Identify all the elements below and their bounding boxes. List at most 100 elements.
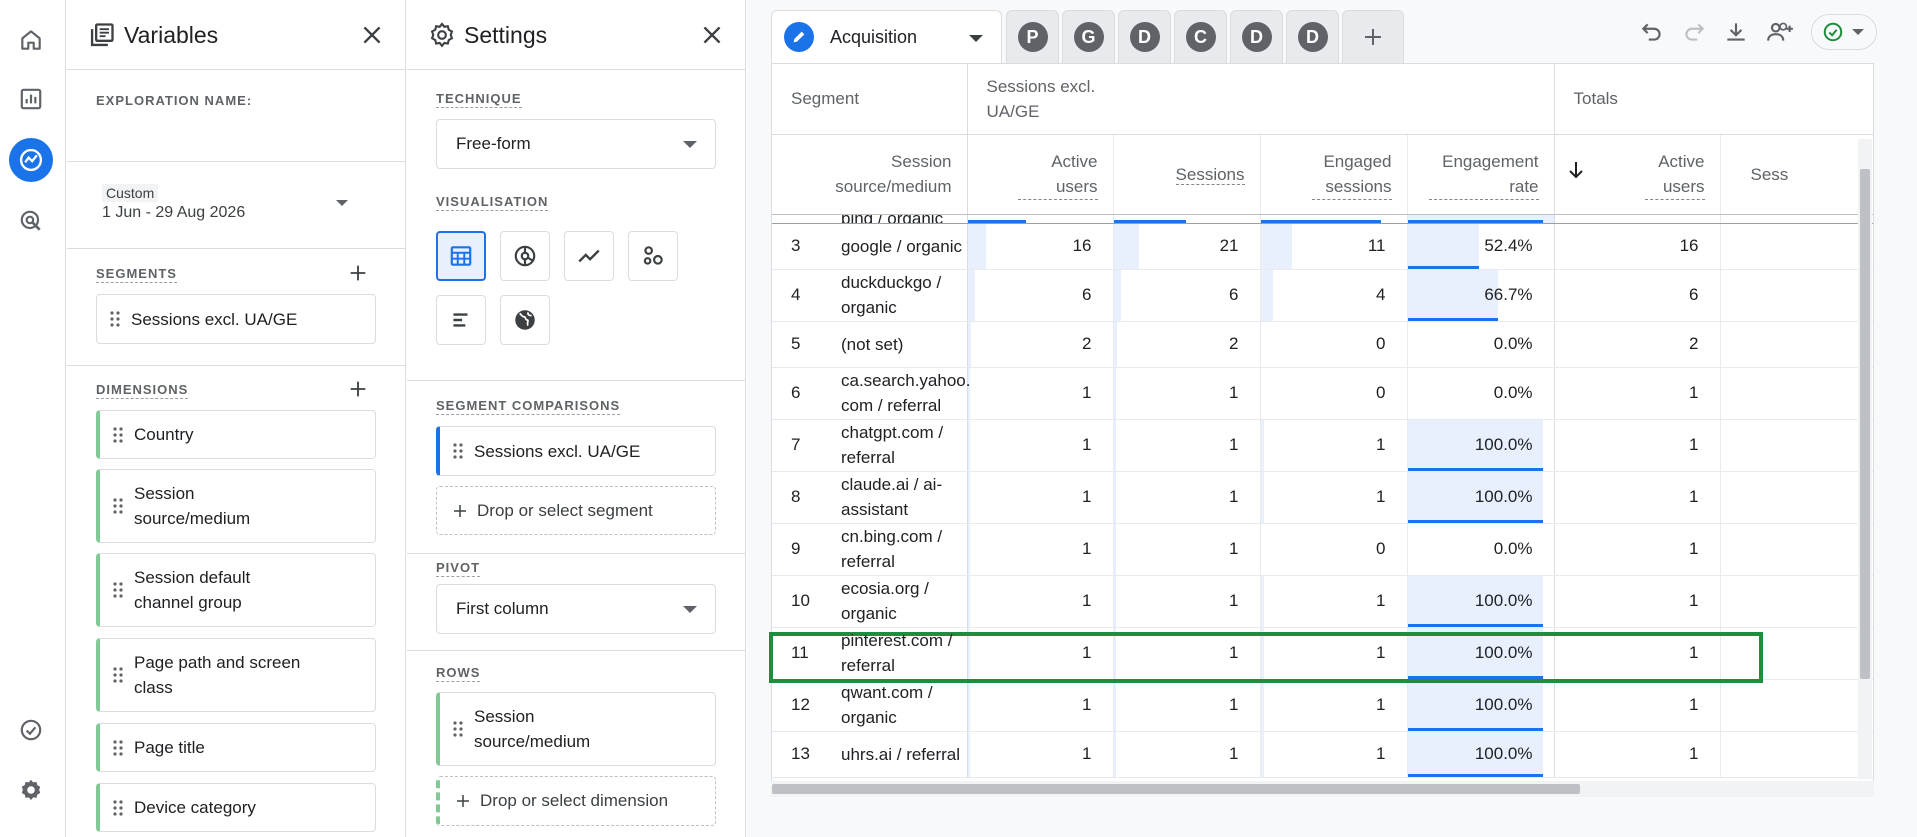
table-row[interactable]: 9 cn.bing.com / referral 1 1 0 0.0% 1 — [772, 523, 1873, 576]
table-row[interactable]: 4 duckduckgo / organic 6 6 4 66.7% 6 — [772, 269, 1873, 322]
table-row[interactable]: 5 (not set) 2 2 0 0.0% 2 — [772, 321, 1873, 368]
chevron-down-icon[interactable] — [969, 35, 983, 42]
redo-icon[interactable] — [1681, 19, 1707, 45]
drag-handle-icon[interactable] — [452, 720, 474, 738]
segment-comparison-chip[interactable]: Sessions excl. UA/GE — [436, 426, 716, 476]
advertising-icon[interactable] — [9, 199, 53, 243]
table-row[interactable]: 12 qwant.com / organic 1 1 1 100.0% 1 — [772, 679, 1873, 732]
horizontal-scroll-thumb[interactable] — [772, 784, 1580, 794]
drag-handle-icon[interactable] — [452, 442, 474, 460]
column-header-totals-sessions[interactable]: Sess — [1720, 134, 1868, 215]
donut-chart-icon[interactable] — [500, 231, 550, 281]
cell-sessions: 6 — [1113, 269, 1261, 322]
save-status-button[interactable] — [1811, 14, 1877, 50]
dimension-chip[interactable]: Session default channel group — [96, 553, 376, 627]
dimension-chip[interactable]: Page path and screen class — [96, 638, 376, 712]
cell-active-users: 1 — [967, 679, 1114, 732]
drag-handle-icon[interactable] — [112, 581, 134, 599]
column-header-totals-active-users[interactable]: Active users — [1554, 134, 1721, 215]
cell-bar-fill — [967, 679, 970, 731]
undo-icon[interactable] — [1639, 19, 1665, 45]
table-row[interactable]: 7 chatgpt.com / referral 1 1 1 100.0% 1 — [772, 419, 1873, 472]
close-icon[interactable] — [699, 22, 725, 48]
geo-map-icon[interactable] — [500, 295, 550, 345]
cell-active-users: 1 — [967, 367, 1114, 420]
sort-arrow-down-icon[interactable] — [1567, 160, 1585, 180]
settings-title: Settings — [464, 22, 548, 48]
tab-acquisition[interactable]: Acquisition — [771, 10, 1002, 63]
column-header-engaged-sessions[interactable]: Engaged sessions — [1260, 134, 1408, 215]
variables-icon — [88, 21, 116, 49]
drop-dimension-zone[interactable]: Drop or select dimension — [436, 776, 716, 826]
dimension-chip[interactable]: Session source/medium — [96, 469, 376, 543]
vertical-scroll-thumb[interactable] — [1860, 169, 1870, 679]
bar-chart-icon[interactable] — [436, 295, 486, 345]
table-icon[interactable] — [436, 231, 486, 281]
row-dimension-value: pinterest.com / referral — [829, 627, 968, 680]
add-tab-button[interactable] — [1342, 10, 1404, 63]
drag-handle-icon[interactable] — [109, 310, 131, 328]
add-segment-icon[interactable] — [347, 262, 369, 284]
chevron-down-icon — [683, 141, 697, 148]
tab-d[interactable]: D — [1230, 10, 1283, 63]
tab-c[interactable]: C — [1174, 10, 1227, 63]
table-row[interactable]: 3 google / organic 16 21 11 52.4% 16 — [772, 223, 1873, 270]
drag-handle-icon[interactable] — [112, 426, 134, 444]
reports-icon[interactable] — [9, 77, 53, 121]
table-row[interactable]: 13 uhrs.ai / referral 1 1 1 100.0% 1 — [772, 731, 1873, 778]
column-header-dimension[interactable]: Session source/medium — [772, 134, 968, 215]
line-chart-icon[interactable] — [564, 231, 614, 281]
table-row[interactable]: 10 ecosia.org / organic 1 1 1 100.0% 1 — [772, 575, 1873, 628]
share-users-icon[interactable] — [1765, 19, 1795, 45]
home-icon[interactable] — [9, 18, 53, 62]
tab-d[interactable]: D — [1286, 10, 1339, 63]
add-dimension-icon[interactable] — [347, 378, 369, 400]
column-header-sessions[interactable]: Sessions — [1113, 134, 1261, 215]
cell-empty — [1720, 321, 1868, 368]
column-header-active-users[interactable]: Active users — [967, 134, 1114, 215]
edit-icon[interactable] — [784, 22, 814, 52]
tab-g[interactable]: G — [1062, 10, 1115, 63]
cell-bar-fill — [967, 223, 986, 269]
vertical-scrollbar[interactable] — [1858, 139, 1872, 779]
explore-icon[interactable] — [9, 138, 53, 182]
drag-handle-icon[interactable] — [112, 739, 134, 757]
drag-handle-icon[interactable] — [112, 799, 134, 817]
table-row[interactable]: 11 pinterest.com / referral 1 1 1 100.0% 1 — [772, 627, 1873, 680]
scatter-chart-icon[interactable] — [628, 231, 678, 281]
cell-bar-fill — [967, 269, 975, 321]
tab-avatar: G — [1073, 22, 1104, 52]
settings-icon[interactable] — [9, 768, 53, 812]
table-row[interactable]: 8 claude.ai / ai-assistant 1 1 1 100.0% 1 — [772, 471, 1873, 524]
drag-handle-icon[interactable] — [112, 497, 134, 515]
column-header-engagement-rate[interactable]: Engagement rate — [1407, 134, 1555, 215]
drop-segment-zone[interactable]: Drop or select segment — [436, 486, 716, 535]
dimension-chip[interactable]: Country — [96, 410, 376, 459]
dimension-chip[interactable]: Device category — [96, 783, 376, 832]
tab-avatar: C — [1185, 22, 1216, 52]
check-circle-icon — [1822, 21, 1844, 43]
cell-sessions: 1 — [1113, 679, 1261, 732]
cell-bar-fill — [1113, 731, 1116, 777]
row-dimension-value: (not set) — [829, 321, 968, 368]
table-row[interactable]: 6 ca.search.yahoo. com / referral 1 1 0 0.0% 1 — [772, 367, 1873, 420]
exploration-name-input[interactable] — [96, 112, 376, 148]
row-dimension-chip[interactable]: Session source/medium — [436, 692, 716, 766]
pivot-select[interactable]: First column — [436, 584, 716, 634]
dimension-chip[interactable]: Page title — [96, 723, 376, 772]
horizontal-scrollbar[interactable] — [771, 781, 1874, 797]
dimension-label: Device category — [134, 798, 256, 817]
technique-select[interactable]: Free-form — [436, 119, 716, 169]
download-icon[interactable] — [1723, 19, 1749, 45]
date-range-selector[interactable]: Custom 1 Jun - 29 Aug 2026 — [96, 178, 376, 232]
cell-bar-fill — [1113, 367, 1116, 419]
admin-checklist-icon[interactable] — [9, 708, 53, 752]
pivot-label: PIVOT — [436, 560, 481, 577]
segment-chip[interactable]: Sessions excl. UA/GE — [96, 294, 376, 344]
toolbar — [1639, 12, 1877, 52]
tab-d[interactable]: D — [1118, 10, 1171, 63]
close-icon[interactable] — [359, 22, 385, 48]
drag-handle-icon[interactable] — [112, 666, 134, 684]
segment-name-header: Sessions excl. UA/GE — [967, 64, 1555, 135]
tab-p[interactable]: P — [1006, 10, 1059, 63]
